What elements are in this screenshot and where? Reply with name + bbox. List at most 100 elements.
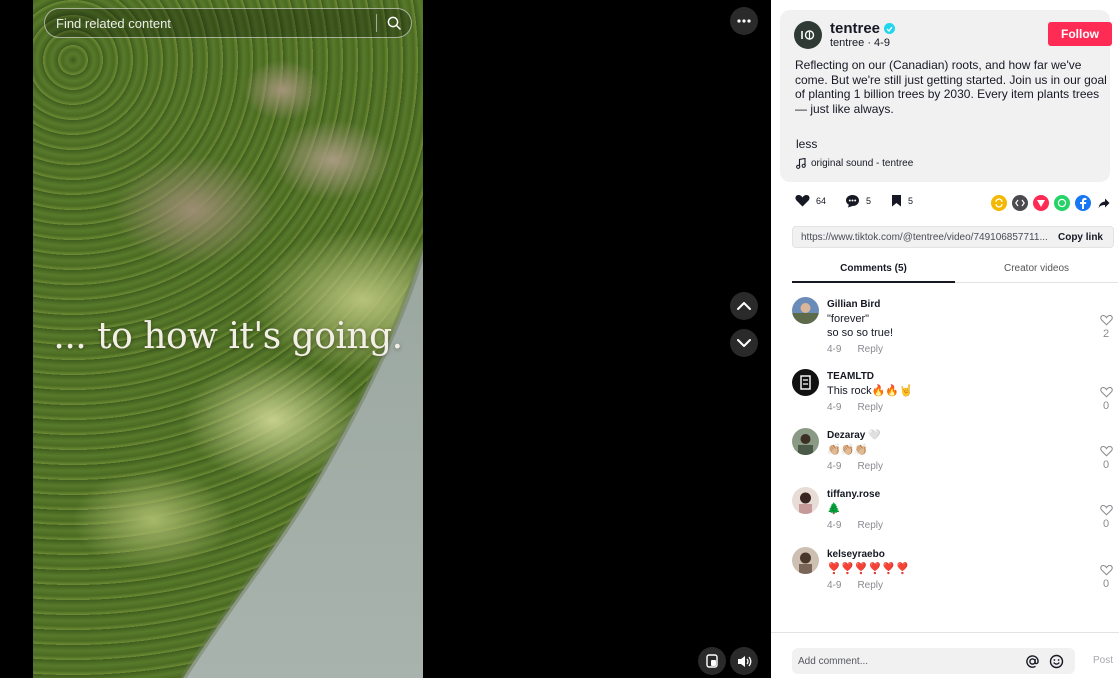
comment-meta: 4-9 Reply: [827, 580, 883, 591]
author-name[interactable]: tentree: [830, 20, 880, 37]
heart-outline-icon: [1099, 386, 1113, 398]
emoji-icon[interactable]: [1049, 654, 1064, 669]
comment-meta: 4-9 Reply: [827, 344, 883, 355]
commenter-name[interactable]: tiffany.rose: [827, 489, 880, 500]
author-avatar[interactable]: [794, 21, 822, 49]
share-icons: [991, 195, 1112, 211]
comment-like[interactable]: 0: [1099, 564, 1113, 590]
reply-button[interactable]: Reply: [857, 520, 883, 531]
comment-item: tiffany.rose 🌲 4-9 Reply 0: [771, 486, 1119, 544]
volume-icon: [737, 655, 751, 667]
comment-date: 4-9: [827, 402, 842, 413]
mention-icon[interactable]: [1025, 654, 1040, 669]
copy-link-button[interactable]: Copy link: [1058, 232, 1113, 243]
follow-button[interactable]: Follow: [1048, 22, 1112, 46]
next-video-button[interactable]: [730, 329, 758, 357]
comment-like-count: 0: [1102, 459, 1110, 471]
author-name-row[interactable]: tentree: [830, 20, 896, 37]
heart-outline-icon: [1099, 314, 1113, 326]
commenter-avatar[interactable]: [792, 547, 819, 574]
search-button[interactable]: [377, 8, 411, 38]
bookmark-icon: [892, 195, 901, 207]
action-bar: 64 5 5: [771, 194, 1119, 214]
search-input[interactable]: [45, 15, 376, 31]
less-toggle[interactable]: less: [796, 137, 817, 151]
more-icon: [737, 19, 751, 23]
chevron-down-icon: [737, 339, 751, 347]
commenter-name[interactable]: kelseyraebo: [827, 549, 885, 560]
like-action[interactable]: 64: [795, 194, 826, 207]
verified-badge-icon: [884, 23, 896, 34]
sound-label: original sound - tentree: [811, 158, 914, 169]
add-comment-box: [792, 648, 1075, 674]
picture-in-picture-icon: [706, 654, 718, 668]
comment-text: 👏🏼👏🏼👏🏼: [827, 444, 869, 456]
save-count: 5: [908, 195, 914, 206]
comment-text-line: "forever": [827, 313, 870, 325]
comment-like[interactable]: 0: [1099, 504, 1113, 530]
reply-button[interactable]: Reply: [857, 402, 883, 413]
app-root: ... to how it's going. Find related cont…: [0, 0, 1119, 678]
comment-date: 4-9: [827, 520, 842, 531]
post-info-card: tentree tentree · 4-9 Follow Reflecting …: [780, 10, 1112, 182]
tab-comments[interactable]: Comments (5): [792, 256, 955, 283]
heart-outline-icon: [1099, 504, 1113, 516]
add-comment-input[interactable]: [792, 655, 1025, 667]
send-to-friends-icon[interactable]: [1033, 195, 1049, 211]
comment-composer: Post: [771, 632, 1119, 678]
music-note-icon: [796, 158, 806, 169]
pip-button[interactable]: [698, 647, 726, 675]
volume-button[interactable]: [730, 647, 758, 675]
comment-text-line: so so so true!: [827, 327, 894, 339]
comment-item: TEAMLTD This rock🔥🔥🤘 4-9 Reply 0: [771, 368, 1119, 426]
previous-video-button[interactable]: [730, 292, 758, 320]
search-icon: [387, 16, 401, 30]
details-panel: tentree tentree · 4-9 Follow Reflecting …: [771, 0, 1119, 678]
video-player[interactable]: ... to how it's going.: [33, 0, 423, 678]
video-area: ... to how it's going.: [0, 0, 771, 678]
embed-icon[interactable]: [1012, 195, 1028, 211]
comment-item: Gillian Bird "forever" so so so true! 4-…: [771, 296, 1119, 355]
comment-date: 4-9: [827, 461, 842, 472]
heart-outline-icon: [1099, 564, 1113, 576]
comment-bubble-icon: [846, 195, 859, 208]
save-action[interactable]: 5: [891, 194, 913, 207]
reply-button[interactable]: Reply: [857, 580, 883, 591]
share-url[interactable]: https://www.tiktok.com/@tentree/video/74…: [793, 232, 1058, 243]
commenter-avatar[interactable]: [792, 428, 819, 455]
commenter-avatar[interactable]: [792, 487, 819, 514]
comment-action[interactable]: 5: [845, 194, 871, 208]
facebook-icon[interactable]: [1075, 195, 1091, 211]
tab-creator-videos[interactable]: Creator videos: [955, 256, 1118, 282]
chevron-up-icon: [737, 302, 751, 310]
commenter-avatar[interactable]: [792, 297, 819, 324]
comment-meta: 4-9 Reply: [827, 402, 883, 413]
comment-like-count: 2: [1102, 328, 1110, 340]
comment-like[interactable]: 0: [1099, 386, 1113, 412]
comment-text: ❣️❣️❣️❣️❣️❣️: [827, 563, 910, 575]
reply-button[interactable]: Reply: [857, 344, 883, 355]
sound-link[interactable]: original sound - tentree: [796, 158, 913, 169]
heart-outline-icon: [1099, 445, 1113, 457]
comment-like-count: 0: [1102, 518, 1110, 530]
repost-icon[interactable]: [991, 195, 1007, 211]
search-bar[interactable]: [44, 8, 412, 38]
comment-like[interactable]: 0: [1099, 445, 1113, 471]
commenter-avatar[interactable]: [792, 369, 819, 396]
whatsapp-icon[interactable]: [1054, 195, 1070, 211]
share-arrow-icon[interactable]: [1096, 195, 1112, 211]
reply-button[interactable]: Reply: [857, 461, 883, 472]
more-options-button[interactable]: [730, 7, 758, 35]
commenter-name[interactable]: Gillian Bird: [827, 299, 880, 310]
comment-text: "forever" so so so true!: [827, 312, 893, 340]
commenter-name[interactable]: TEAMLTD: [827, 371, 874, 382]
comment-count: 5: [866, 196, 872, 206]
comment-like[interactable]: 2: [1099, 314, 1113, 340]
tentree-logo-icon: [801, 30, 815, 40]
comment-date: 4-9: [827, 580, 842, 591]
author-meta: tentree · 4-9: [830, 37, 890, 49]
commenter-name[interactable]: Dezaray 🤍: [827, 430, 881, 441]
panel-tabs: Comments (5) Creator videos: [792, 256, 1118, 283]
post-comment-button[interactable]: Post: [1093, 655, 1113, 666]
comment-like-count: 0: [1102, 400, 1110, 412]
